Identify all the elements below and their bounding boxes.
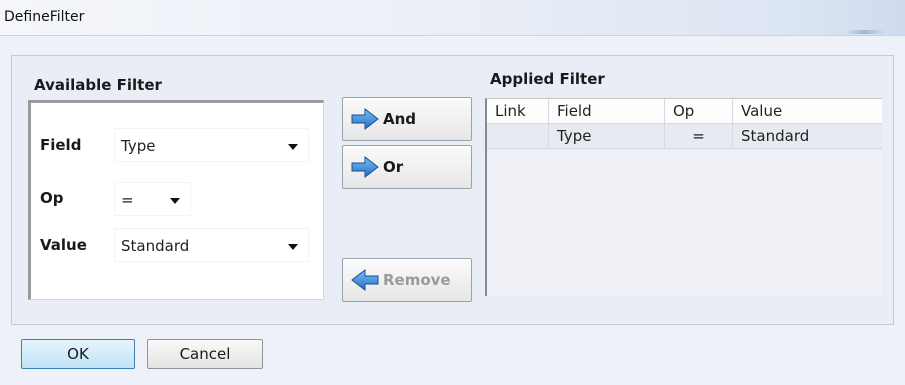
grid-header-row: Link Field Op Value (487, 99, 882, 124)
value-select-value: Standard (121, 237, 190, 255)
cell-value: Standard (741, 127, 810, 145)
op-select[interactable]: = (114, 182, 191, 216)
or-button-label: Or (383, 158, 404, 176)
op-select-value: = (121, 191, 134, 209)
available-filter-box: Field Type Op = Value Standard (28, 100, 324, 300)
remove-button[interactable]: Remove (342, 258, 472, 302)
cell-link (487, 124, 549, 149)
and-button[interactable]: And (342, 97, 472, 141)
chevron-down-icon (288, 144, 298, 150)
applied-filter-label: Applied Filter (490, 70, 605, 88)
cell-field: Type (549, 124, 665, 149)
applied-filter-grid[interactable]: Link Field Op Value Type = Standard (485, 98, 882, 296)
column-header-field[interactable]: Field (549, 99, 665, 124)
arrow-right-icon (351, 156, 379, 178)
title-bar-highlight (845, 30, 885, 34)
window-title: DefineFilter (4, 9, 85, 25)
chevron-down-icon (288, 244, 298, 250)
chevron-down-icon (170, 198, 180, 204)
field-select-value: Type (121, 137, 156, 155)
field-select[interactable]: Type (114, 128, 309, 162)
value-label: Value (40, 236, 87, 254)
and-button-label: And (383, 110, 417, 128)
title-bar: DefineFilter (0, 0, 905, 36)
arrow-right-icon (351, 108, 379, 130)
arrow-left-icon (351, 269, 379, 291)
column-header-link[interactable]: Link (487, 99, 549, 124)
field-label: Field (40, 136, 82, 154)
table-row[interactable]: Type = Standard (487, 124, 882, 149)
value-select[interactable]: Standard (114, 228, 309, 262)
cell-op: = (665, 124, 733, 149)
available-filter-label: Available Filter (34, 76, 162, 94)
column-header-op[interactable]: Op (665, 99, 733, 124)
or-button[interactable]: Or (342, 145, 472, 189)
cancel-button[interactable]: Cancel (147, 339, 263, 369)
op-label: Op (40, 189, 64, 207)
column-header-value[interactable]: Value (733, 99, 882, 124)
remove-button-label: Remove (383, 271, 451, 289)
ok-button[interactable]: OK (21, 339, 135, 369)
